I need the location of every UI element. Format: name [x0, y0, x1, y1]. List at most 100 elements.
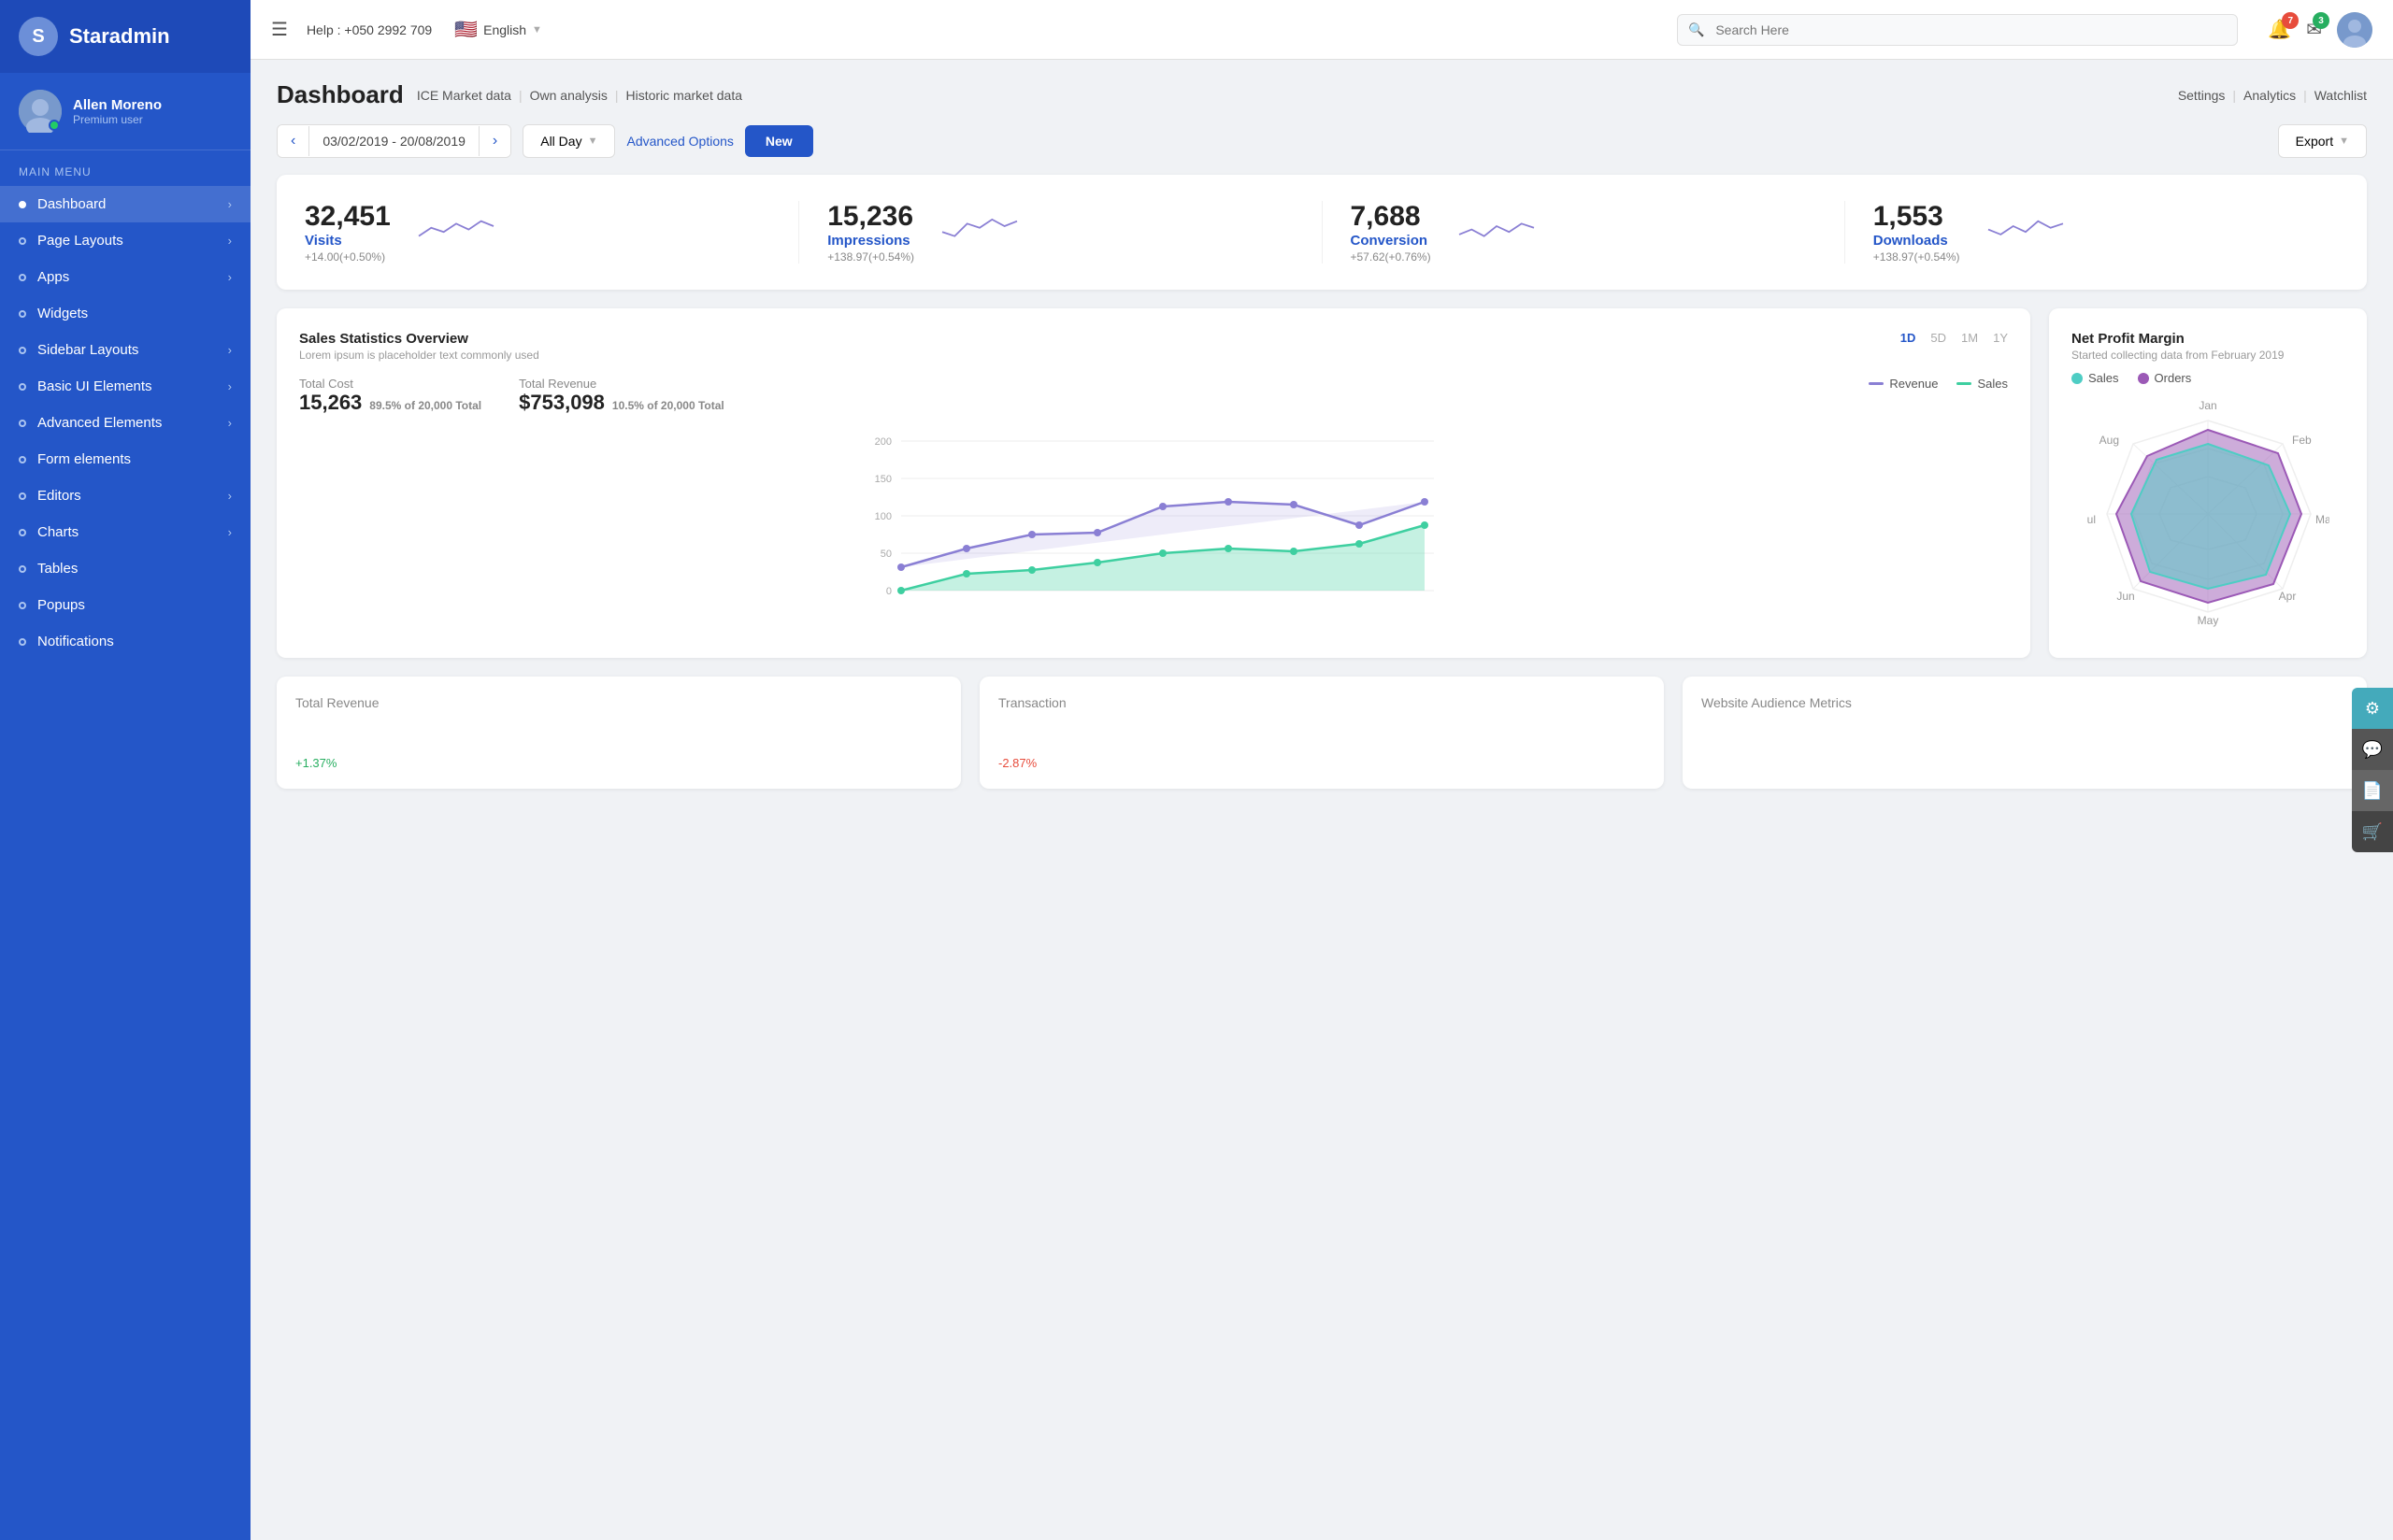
total-revenue-value: $753,098: [519, 391, 605, 415]
bottom-card-audience-label: Website Audience Metrics: [1701, 695, 2348, 710]
sidebar-item-editors[interactable]: Editors ›: [0, 478, 251, 514]
nav-link-own[interactable]: Own analysis: [530, 88, 608, 103]
sidebar-arrow-icon: ›: [228, 525, 232, 539]
new-button[interactable]: New: [745, 125, 813, 157]
sidebar-item-dot: [19, 237, 26, 245]
sidebar-item-page-layouts[interactable]: Page Layouts ›: [0, 222, 251, 259]
sidebar-item-popups[interactable]: Popups: [0, 587, 251, 623]
sidebar-item-left: Widgets: [19, 306, 88, 321]
sidebar-arrow-icon: ›: [228, 489, 232, 503]
allday-label: All Day: [540, 134, 581, 149]
stat-card-downloads: 1,553 Downloads +138.97(+0.54%): [1873, 201, 2339, 264]
sidebar-item-label: Form elements: [37, 451, 131, 467]
nav-link-historic[interactable]: Historic market data: [626, 88, 742, 103]
watchlist-link[interactable]: Watchlist: [2314, 88, 2367, 103]
sidebar-item-label: Widgets: [37, 306, 88, 321]
sidebar-item-dot: [19, 383, 26, 391]
stat-value: 15,236: [827, 201, 914, 233]
menu-icon[interactable]: ☰: [271, 18, 288, 41]
chart-tab-1m[interactable]: 1M: [1961, 331, 1978, 345]
sidebar-item-widgets[interactable]: Widgets: [0, 295, 251, 332]
total-cost-value: 15,263: [299, 391, 362, 415]
sales-meta: Total Cost 15,263 89.5% of 20,000 Total …: [299, 377, 2008, 415]
net-profit-legend: Sales Orders: [2071, 371, 2344, 385]
analytics-link[interactable]: Analytics: [2243, 88, 2296, 103]
mail-icon-wrap[interactable]: ✉ 3: [2306, 18, 2322, 41]
total-cost-label: Total Cost: [299, 377, 481, 391]
bottom-card-transaction: Transaction -2.87%: [980, 677, 1664, 789]
stat-card-visits: 32,451 Visits +14.00(+0.50%): [305, 201, 799, 264]
chart-tab-1d[interactable]: 1D: [1900, 331, 1916, 345]
sidebar-item-dashboard[interactable]: Dashboard ›: [0, 186, 251, 222]
export-button[interactable]: Export ▼: [2278, 124, 2367, 158]
sidebar-item-left: Charts: [19, 524, 79, 540]
chart-tab-5d[interactable]: 5D: [1930, 331, 1946, 345]
stat-label: Conversion: [1351, 233, 1431, 249]
svg-text:Apr: Apr: [2279, 590, 2297, 603]
sidebar-item-label: Advanced Elements: [37, 415, 162, 431]
svg-text:200: 200: [875, 436, 892, 448]
sidebar-logo[interactable]: S Staradmin: [0, 0, 251, 73]
stat-info: 7,688 Conversion +57.62(+0.76%): [1351, 201, 1431, 264]
sidebar-item-label: Basic UI Elements: [37, 378, 152, 394]
lang-chevron-icon: ▼: [532, 24, 542, 36]
sidebar-item-charts[interactable]: Charts ›: [0, 514, 251, 550]
chart-tab-1y[interactable]: 1Y: [1993, 331, 2008, 345]
language-selector[interactable]: 🇺🇸 English ▼: [454, 18, 542, 41]
sidebar-item-dot: [19, 638, 26, 646]
radar-chart: Jan Feb Mar Apr May Jun Jul Aug: [2071, 392, 2344, 635]
notifications-bell[interactable]: 🔔 7: [2268, 18, 2291, 41]
right-panel-document-button[interactable]: 📄: [2352, 770, 2393, 811]
sidebar-item-left: Dashboard: [19, 196, 106, 212]
sidebar-item-tables[interactable]: Tables: [0, 550, 251, 587]
search-input[interactable]: [1677, 14, 2238, 46]
sidebar-item-label: Notifications: [37, 634, 114, 649]
advanced-options-button[interactable]: Advanced Options: [626, 134, 733, 149]
chart-legend: Revenue Sales: [1869, 377, 2008, 391]
sidebar-item-apps[interactable]: Apps ›: [0, 259, 251, 295]
sidebar-arrow-icon: ›: [228, 343, 232, 357]
sidebar-item-basic-ui-elements[interactable]: Basic UI Elements ›: [0, 368, 251, 405]
svg-text:Feb: Feb: [2292, 434, 2312, 447]
svg-text:150: 150: [875, 474, 892, 485]
sidebar-item-label: Page Layouts: [37, 233, 123, 249]
sidebar-item-sidebar-layouts[interactable]: Sidebar Layouts ›: [0, 332, 251, 368]
sidebar-item-dot: [19, 347, 26, 354]
total-cost-pct: 89.5% of 20,000 Total: [369, 399, 481, 412]
sidebar-arrow-icon: ›: [228, 197, 232, 211]
stat-change: +138.97(+0.54%): [1873, 250, 1960, 264]
sidebar-item-form-elements[interactable]: Form elements: [0, 441, 251, 478]
sidebar-user-info: Allen Moreno Premium user: [73, 97, 162, 126]
mini-chart: [409, 211, 503, 253]
user-avatar[interactable]: [2337, 12, 2372, 48]
svg-text:0: 0: [886, 586, 892, 597]
date-prev-button[interactable]: ‹: [278, 125, 308, 157]
allday-button[interactable]: All Day ▼: [523, 124, 615, 158]
sidebar-item-dot: [19, 529, 26, 536]
bottom-card-audience: Website Audience Metrics: [1683, 677, 2367, 789]
date-next-button[interactable]: ›: [480, 125, 510, 157]
document-icon: 📄: [2362, 781, 2383, 801]
sidebar-item-dot: [19, 201, 26, 208]
sidebar-item-label: Tables: [37, 561, 78, 577]
export-label: Export: [2296, 134, 2333, 149]
dashboard-toolbar: ‹ 03/02/2019 - 20/08/2019 › All Day ▼ Ad…: [277, 124, 2367, 158]
nav-link-ice[interactable]: ICE Market data: [417, 88, 511, 103]
stat-info: 1,553 Downloads +138.97(+0.54%): [1873, 201, 1960, 264]
right-panel-cart-button[interactable]: 🛒: [2352, 811, 2393, 852]
stat-value: 1,553: [1873, 201, 1960, 233]
total-revenue-label: Total Revenue: [519, 377, 724, 391]
page-title: Dashboard: [277, 80, 404, 109]
sidebar-item-notifications[interactable]: Notifications: [0, 623, 251, 660]
bottom-cards-row: Total Revenue +1.37% Transaction -2.87% …: [277, 677, 2367, 789]
bottom-card-transaction-change: -2.87%: [998, 756, 1645, 770]
sidebar-item-advanced-elements[interactable]: Advanced Elements ›: [0, 405, 251, 441]
chart-tabs: 1D 5D 1M 1Y: [1900, 331, 2008, 345]
settings-link[interactable]: Settings: [2178, 88, 2226, 103]
bottom-card-revenue-change: +1.37%: [295, 756, 942, 770]
right-panel-settings-button[interactable]: ⚙: [2352, 688, 2393, 729]
right-panel-chat-button[interactable]: 💬: [2352, 729, 2393, 770]
mini-chart: [1450, 211, 1543, 253]
svg-text:Jul: Jul: [2086, 513, 2096, 526]
online-indicator: [49, 120, 60, 131]
